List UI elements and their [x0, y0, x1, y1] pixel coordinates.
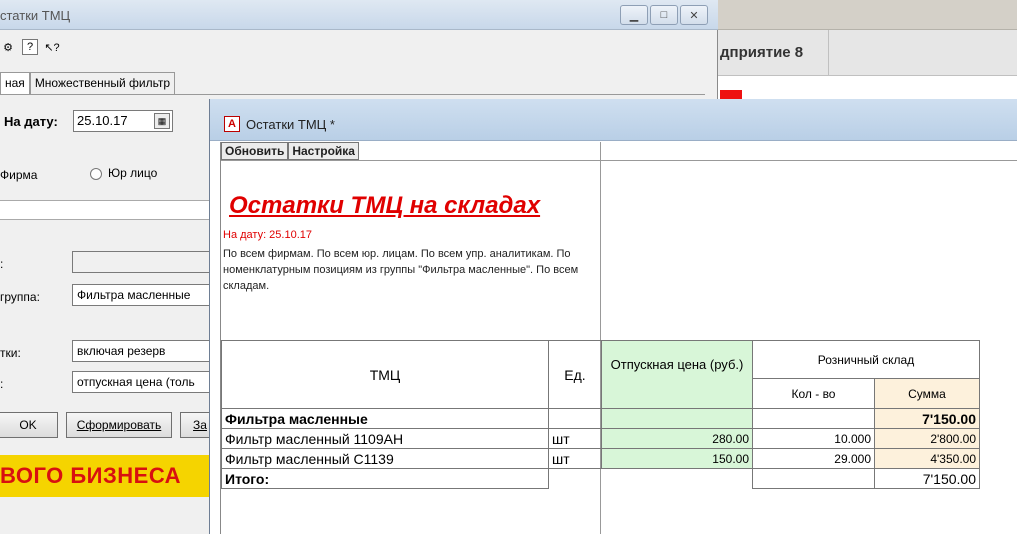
ok-button[interactable]: OK	[0, 412, 58, 438]
dialog-tabs: ная Множественный фильтр	[0, 72, 176, 94]
group-unit	[548, 408, 602, 429]
dialog-titlebar[interactable]: статки ТМЦ ▁ □ ✕	[0, 0, 718, 30]
date-label: На дату:	[4, 114, 58, 129]
row-qty: 29.000	[752, 448, 875, 469]
close-button[interactable]: ✕	[680, 5, 708, 25]
total-qty	[752, 468, 875, 489]
total-label: Итого:	[221, 468, 549, 489]
group-price	[601, 408, 753, 429]
form-button[interactable]: Сформировать	[66, 412, 172, 438]
report-description: По всем фирмам. По всем юр. лицам. По вс…	[223, 248, 579, 292]
group-name: Фильтра масленные	[221, 408, 549, 429]
radio-yur-lico[interactable]: Юр лицо	[90, 166, 157, 180]
radio-yur-lico-circle[interactable]	[90, 167, 102, 180]
header-price: Отпускная цена (руб.)	[601, 340, 753, 409]
group-row: Фильтра масленные 7'150.00	[221, 408, 980, 429]
report-window-title: Остатки ТМЦ *	[246, 117, 335, 132]
total-sum: 7'150.00	[874, 468, 980, 489]
context-help-icon[interactable]: ↖?	[44, 39, 60, 55]
dialog-section-band	[0, 200, 210, 220]
table-row: Фильтр масленный 1109АН шт 280.00 10.000…	[221, 428, 980, 449]
maximize-button[interactable]: □	[650, 5, 678, 25]
dialog-title: статки ТМЦ	[0, 8, 71, 23]
report-title: Остатки ТМЦ на складах	[229, 192, 541, 219]
background-app-separator	[828, 30, 829, 76]
price-type-field[interactable]: отпускная цена (толь	[72, 371, 212, 393]
row-label-group: группа:	[0, 290, 40, 304]
promo-banner: ВОГО БИЗНЕСА	[0, 455, 210, 497]
row-label-price: :	[0, 377, 4, 391]
help-icon[interactable]: ?	[22, 39, 38, 55]
group-sum: 7'150.00	[874, 408, 980, 429]
reserve-field[interactable]: включая резерв	[72, 340, 212, 362]
report-app-icon: A	[224, 116, 240, 132]
row-unit: шт	[548, 428, 602, 449]
refresh-button[interactable]: Обновить	[221, 142, 289, 160]
filter-field-1[interactable]	[72, 251, 212, 273]
row-item: Фильтр масленный С1139	[221, 448, 549, 469]
total-row: Итого: 7'150.00	[221, 468, 980, 489]
report-window: A Остатки ТМЦ * Обновить Настройка Остат…	[209, 99, 1017, 534]
tab-divider	[0, 94, 705, 95]
header-sum: Сумма	[874, 378, 980, 409]
report-titlebar[interactable]: A Остатки ТМЦ *	[210, 99, 1017, 141]
header-item: ТМЦ	[221, 340, 549, 409]
header-unit: Ед.	[548, 340, 602, 409]
table-row: Фильтр масленный С1139 шт 150.00 29.000 …	[221, 448, 980, 469]
row-item: Фильтр масленный 1109АН	[221, 428, 549, 449]
promo-banner-text: ВОГО БИЗНЕСА	[0, 463, 182, 488]
header-qty: Кол - во	[752, 378, 875, 409]
report-date: На дату: 25.10.17	[223, 229, 313, 241]
tab-multi-filter[interactable]: Множественный фильтр	[29, 72, 176, 94]
row-price: 150.00	[601, 448, 753, 469]
background-app-title: дприятие 8	[720, 44, 804, 61]
group-qty	[752, 408, 875, 429]
row-unit: шт	[548, 448, 602, 469]
row-label-residues: тки:	[0, 346, 21, 360]
report-toolbar: Обновить Настройка	[221, 142, 359, 160]
row-label-1: :	[0, 257, 4, 271]
group-field[interactable]: Фильтра масленные	[72, 284, 212, 306]
minimize-button[interactable]: ▁	[620, 5, 648, 25]
settings-icon[interactable]: ⚙	[0, 39, 16, 55]
header-warehouse: Розничный склад	[752, 340, 980, 379]
date-field[interactable]: 25.10.17 ▦	[73, 110, 173, 132]
tab-main[interactable]: ная	[0, 72, 30, 94]
report-table: ТМЦ Ед. Отпускная цена (руб.) Розничный …	[221, 340, 980, 489]
radio-firma[interactable]: Фирма	[0, 168, 37, 182]
calendar-icon[interactable]: ▦	[154, 113, 170, 129]
row-qty: 10.000	[752, 428, 875, 449]
toolbar-divider	[221, 160, 1017, 161]
row-sum: 2'800.00	[874, 428, 980, 449]
row-sum: 4'350.00	[874, 448, 980, 469]
date-value: 25.10.17	[77, 113, 128, 128]
report-body: Обновить Настройка Остатки ТМЦ на склада…	[220, 142, 1017, 534]
dialog-toolbar: ⚙ ? ↖?	[0, 33, 60, 61]
settings-button[interactable]: Настройка	[288, 142, 359, 160]
row-price: 280.00	[601, 428, 753, 449]
background-app-titlebar	[700, 0, 1017, 30]
